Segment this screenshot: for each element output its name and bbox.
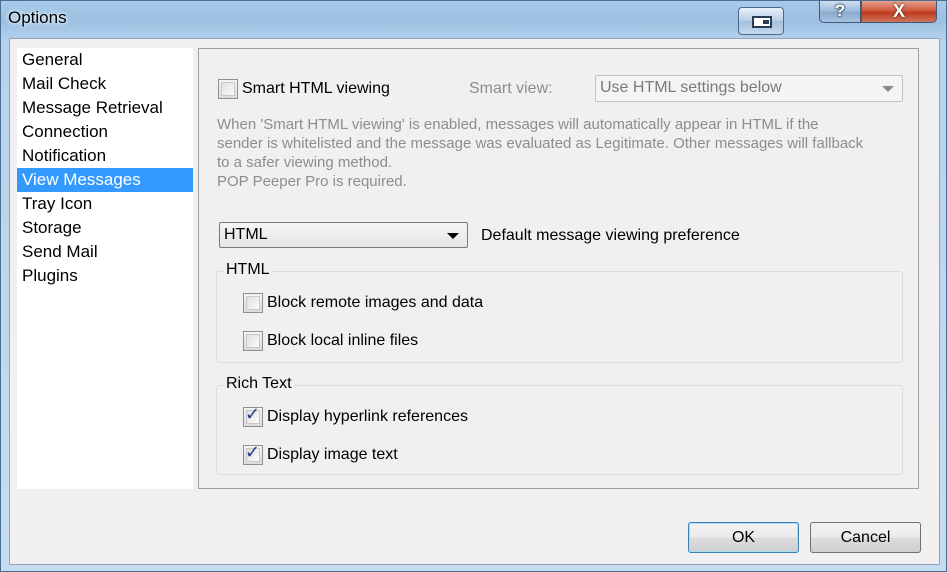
nav-item-general[interactable]: General bbox=[17, 48, 193, 72]
smart-html-description: When 'Smart HTML viewing' is enabled, me… bbox=[217, 116, 864, 190]
smart-html-label[interactable]: Smart HTML viewing bbox=[242, 80, 390, 98]
category-list[interactable]: General Mail Check Message Retrieval Con… bbox=[17, 48, 193, 489]
smart-view-dropdown[interactable]: Use HTML settings below bbox=[595, 75, 903, 102]
block-local-inline-checkbox[interactable] bbox=[243, 331, 263, 351]
html-group-title: HTML bbox=[224, 261, 272, 279]
chevron-down-icon bbox=[882, 86, 894, 92]
dialog-client-area: General Mail Check Message Retrieval Con… bbox=[9, 38, 940, 565]
close-button[interactable]: X bbox=[861, 1, 937, 23]
block-remote-images-label[interactable]: Block remote images and data bbox=[267, 294, 483, 312]
view-messages-panel: Smart HTML viewing Smart view: Use HTML … bbox=[198, 48, 919, 489]
window-title: Options bbox=[8, 8, 67, 27]
chevron-down-icon bbox=[447, 233, 459, 239]
options-window: Options ? X General Mail Check Message R… bbox=[0, 0, 947, 572]
checkmark-icon: ✓ bbox=[245, 404, 261, 424]
nav-item-storage[interactable]: Storage bbox=[17, 216, 193, 240]
html-groupbox: HTML Block remote images and data Block … bbox=[216, 261, 903, 363]
nav-item-plugins[interactable]: Plugins bbox=[17, 264, 193, 288]
smart-view-label: Smart view: bbox=[469, 80, 553, 97]
smart-html-checkbox[interactable] bbox=[218, 79, 238, 99]
default-view-dropdown[interactable]: HTML bbox=[219, 222, 468, 248]
default-view-label: Default message viewing preference bbox=[481, 227, 740, 244]
nav-item-connection[interactable]: Connection bbox=[17, 120, 193, 144]
nav-item-mail-check[interactable]: Mail Check bbox=[17, 72, 193, 96]
display-hyperlink-label[interactable]: Display hyperlink references bbox=[267, 408, 468, 426]
block-remote-images-checkbox[interactable] bbox=[243, 293, 263, 313]
ok-button[interactable]: OK bbox=[688, 522, 799, 553]
default-view-value: HTML bbox=[224, 226, 268, 243]
restore-icon[interactable] bbox=[738, 7, 784, 35]
nav-item-send-mail[interactable]: Send Mail bbox=[17, 240, 193, 264]
title-bar[interactable]: Options ? X bbox=[1, 1, 946, 37]
rich-text-groupbox: Rich Text ✓ Display hyperlink references… bbox=[216, 375, 903, 475]
cancel-button[interactable]: Cancel bbox=[810, 522, 921, 553]
block-local-inline-label[interactable]: Block local inline files bbox=[267, 332, 418, 350]
help-button[interactable]: ? bbox=[819, 1, 861, 23]
checkmark-icon: ✓ bbox=[245, 442, 261, 462]
nav-item-tray-icon[interactable]: Tray Icon bbox=[17, 192, 193, 216]
nav-item-message-retrieval[interactable]: Message Retrieval bbox=[17, 96, 193, 120]
smart-view-value: Use HTML settings below bbox=[600, 79, 782, 96]
display-image-text-label[interactable]: Display image text bbox=[267, 446, 398, 464]
nav-item-view-messages[interactable]: View Messages bbox=[17, 168, 193, 192]
nav-item-notification[interactable]: Notification bbox=[17, 144, 193, 168]
display-image-text-checkbox[interactable]: ✓ bbox=[243, 442, 263, 465]
rich-text-group-title: Rich Text bbox=[224, 375, 294, 393]
display-hyperlink-checkbox[interactable]: ✓ bbox=[243, 404, 263, 427]
